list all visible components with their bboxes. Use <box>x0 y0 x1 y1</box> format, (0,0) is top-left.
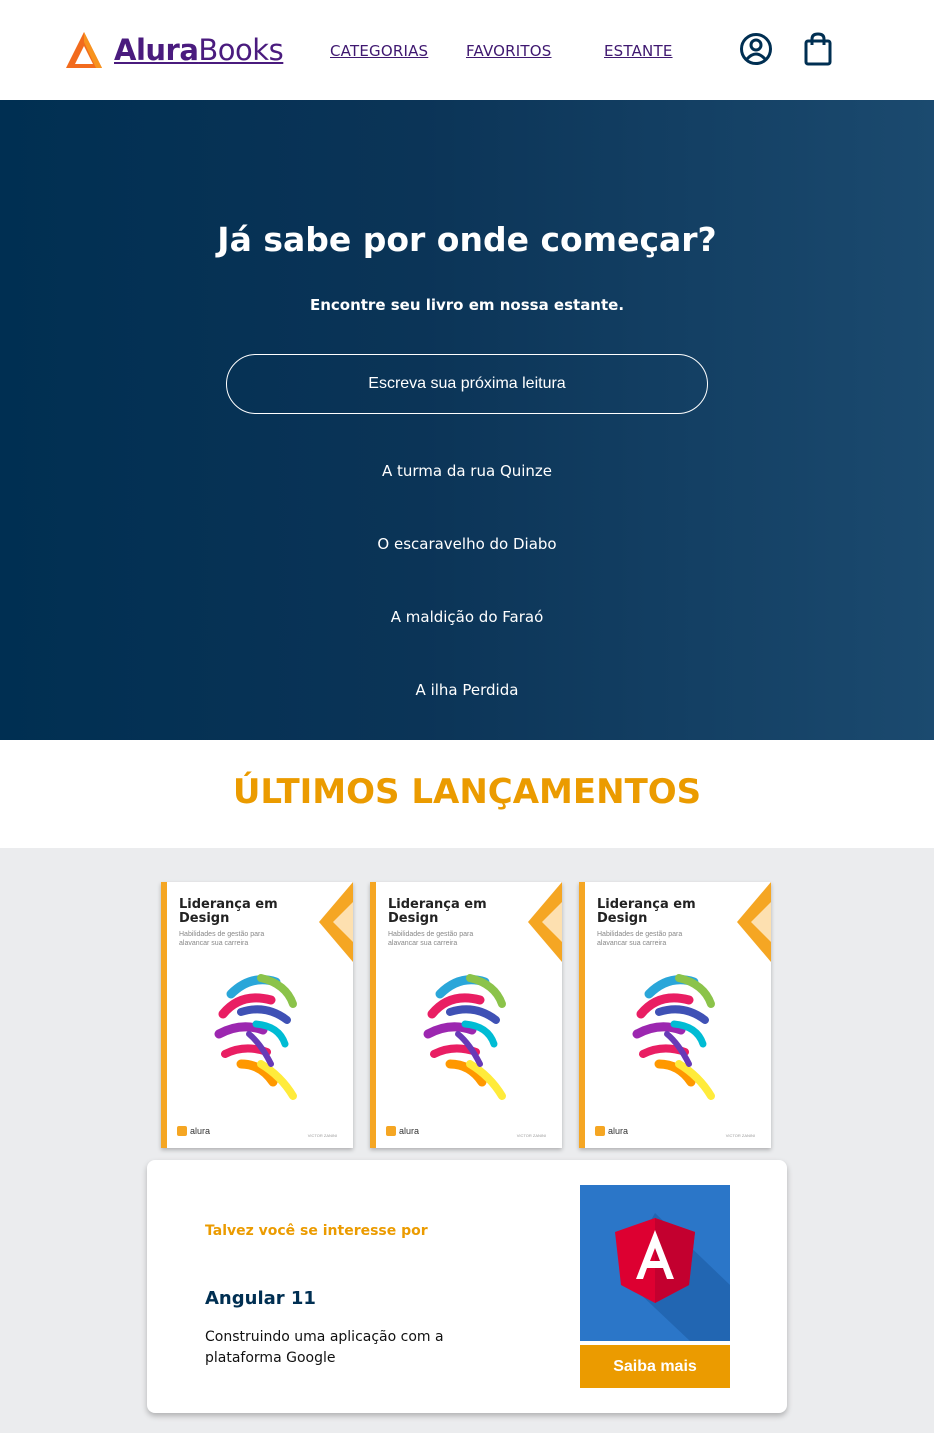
logo-text-bold: Alura <box>114 33 199 67</box>
logo-text-regular: Books <box>198 33 284 67</box>
casa-do-codigo-logo-icon <box>177 1126 187 1136</box>
colorful-head-illustration <box>423 974 506 1100</box>
book-corner-chevron-icon <box>737 882 771 962</box>
recommendation-title: Angular 11 <box>205 1288 316 1309</box>
releases-title: ÚLTIMOS LANÇAMENTOS <box>232 772 702 812</box>
book-title: Liderança em Design <box>597 897 696 926</box>
search-suggestion[interactable]: A turma da rua Quinze <box>0 462 934 480</box>
book-spine <box>579 882 585 1148</box>
book-cover[interactable]: Liderança em Design Habilidades de gestã… <box>161 882 353 1148</box>
book-title: Liderança em Design <box>388 897 487 926</box>
colorful-head-illustration <box>632 974 715 1100</box>
book-spine <box>161 882 167 1148</box>
nav-estante[interactable]: ESTANTE <box>604 42 673 60</box>
book-publisher: alura <box>386 1126 419 1136</box>
book-author: VICTOR ZANINI <box>725 1133 755 1138</box>
nav-categorias[interactable]: CATEGORIAS <box>330 42 428 60</box>
book-cover[interactable]: Liderança em Design Habilidades de gestã… <box>579 882 771 1148</box>
hero-subtitle: Encontre seu livro em nossa estante. <box>309 296 625 314</box>
saiba-mais-button[interactable]: Saiba mais <box>580 1345 730 1388</box>
book-publisher: alura <box>177 1126 210 1136</box>
search-suggestion[interactable]: O escaravelho do Diabo <box>0 535 934 553</box>
user-circle-icon[interactable] <box>739 31 773 67</box>
alurabooks-logo[interactable]: AluraBooks <box>64 30 284 70</box>
book-title: Liderança em Design <box>179 897 278 926</box>
casa-do-codigo-logo-icon <box>595 1126 605 1136</box>
site-header: AluraBooks CATEGORIAS FAVORITOS ESTANTE <box>0 0 934 100</box>
book-subtitle: Habilidades de gestão para alavancar sua… <box>388 931 474 947</box>
recommendation-card: Talvez você se interesse por Angular 11 … <box>147 1160 787 1413</box>
logo-triangle-icon <box>66 32 102 68</box>
book-spine <box>370 882 376 1148</box>
search-suggestion[interactable]: A ilha Perdida <box>0 681 934 699</box>
book-publisher-label: alura <box>608 1126 629 1136</box>
book-corner-chevron-icon <box>528 882 562 962</box>
shopping-bag-icon[interactable] <box>801 31 835 67</box>
colorful-head-illustration <box>214 970 297 1100</box>
book-author: VICTOR ZANINI <box>307 1133 337 1138</box>
recommendation-description: Construindo uma aplicação com a platafor… <box>205 1329 444 1366</box>
book-subtitle: Habilidades de gestão para alavancar sua… <box>179 931 265 947</box>
hero-title: Já sabe por onde começar? <box>217 220 717 259</box>
book-subtitle: Habilidades de gestão para alavancar sua… <box>597 931 683 947</box>
recommendation-label: Talvez você se interesse por <box>205 1223 428 1239</box>
book-publisher-label: alura <box>190 1126 211 1136</box>
search-suggestion[interactable]: A maldição do Faraó <box>0 608 934 626</box>
book-cover[interactable]: Liderança em Design Habilidades de gestã… <box>370 882 562 1148</box>
casa-do-codigo-logo-icon <box>386 1126 396 1136</box>
book-corner-chevron-icon <box>319 882 353 962</box>
book-author: VICTOR ZANINI <box>516 1133 546 1138</box>
angular-logo-icon <box>615 1213 730 1341</box>
search-input[interactable] <box>226 354 708 414</box>
hero-section: Já sabe por onde começar? Encontre seu l… <box>0 100 934 740</box>
nav-favoritos[interactable]: FAVORITOS <box>466 42 552 60</box>
book-publisher-label: alura <box>399 1126 420 1136</box>
angular-book-image[interactable] <box>580 1185 730 1341</box>
book-publisher: alura <box>595 1126 628 1136</box>
